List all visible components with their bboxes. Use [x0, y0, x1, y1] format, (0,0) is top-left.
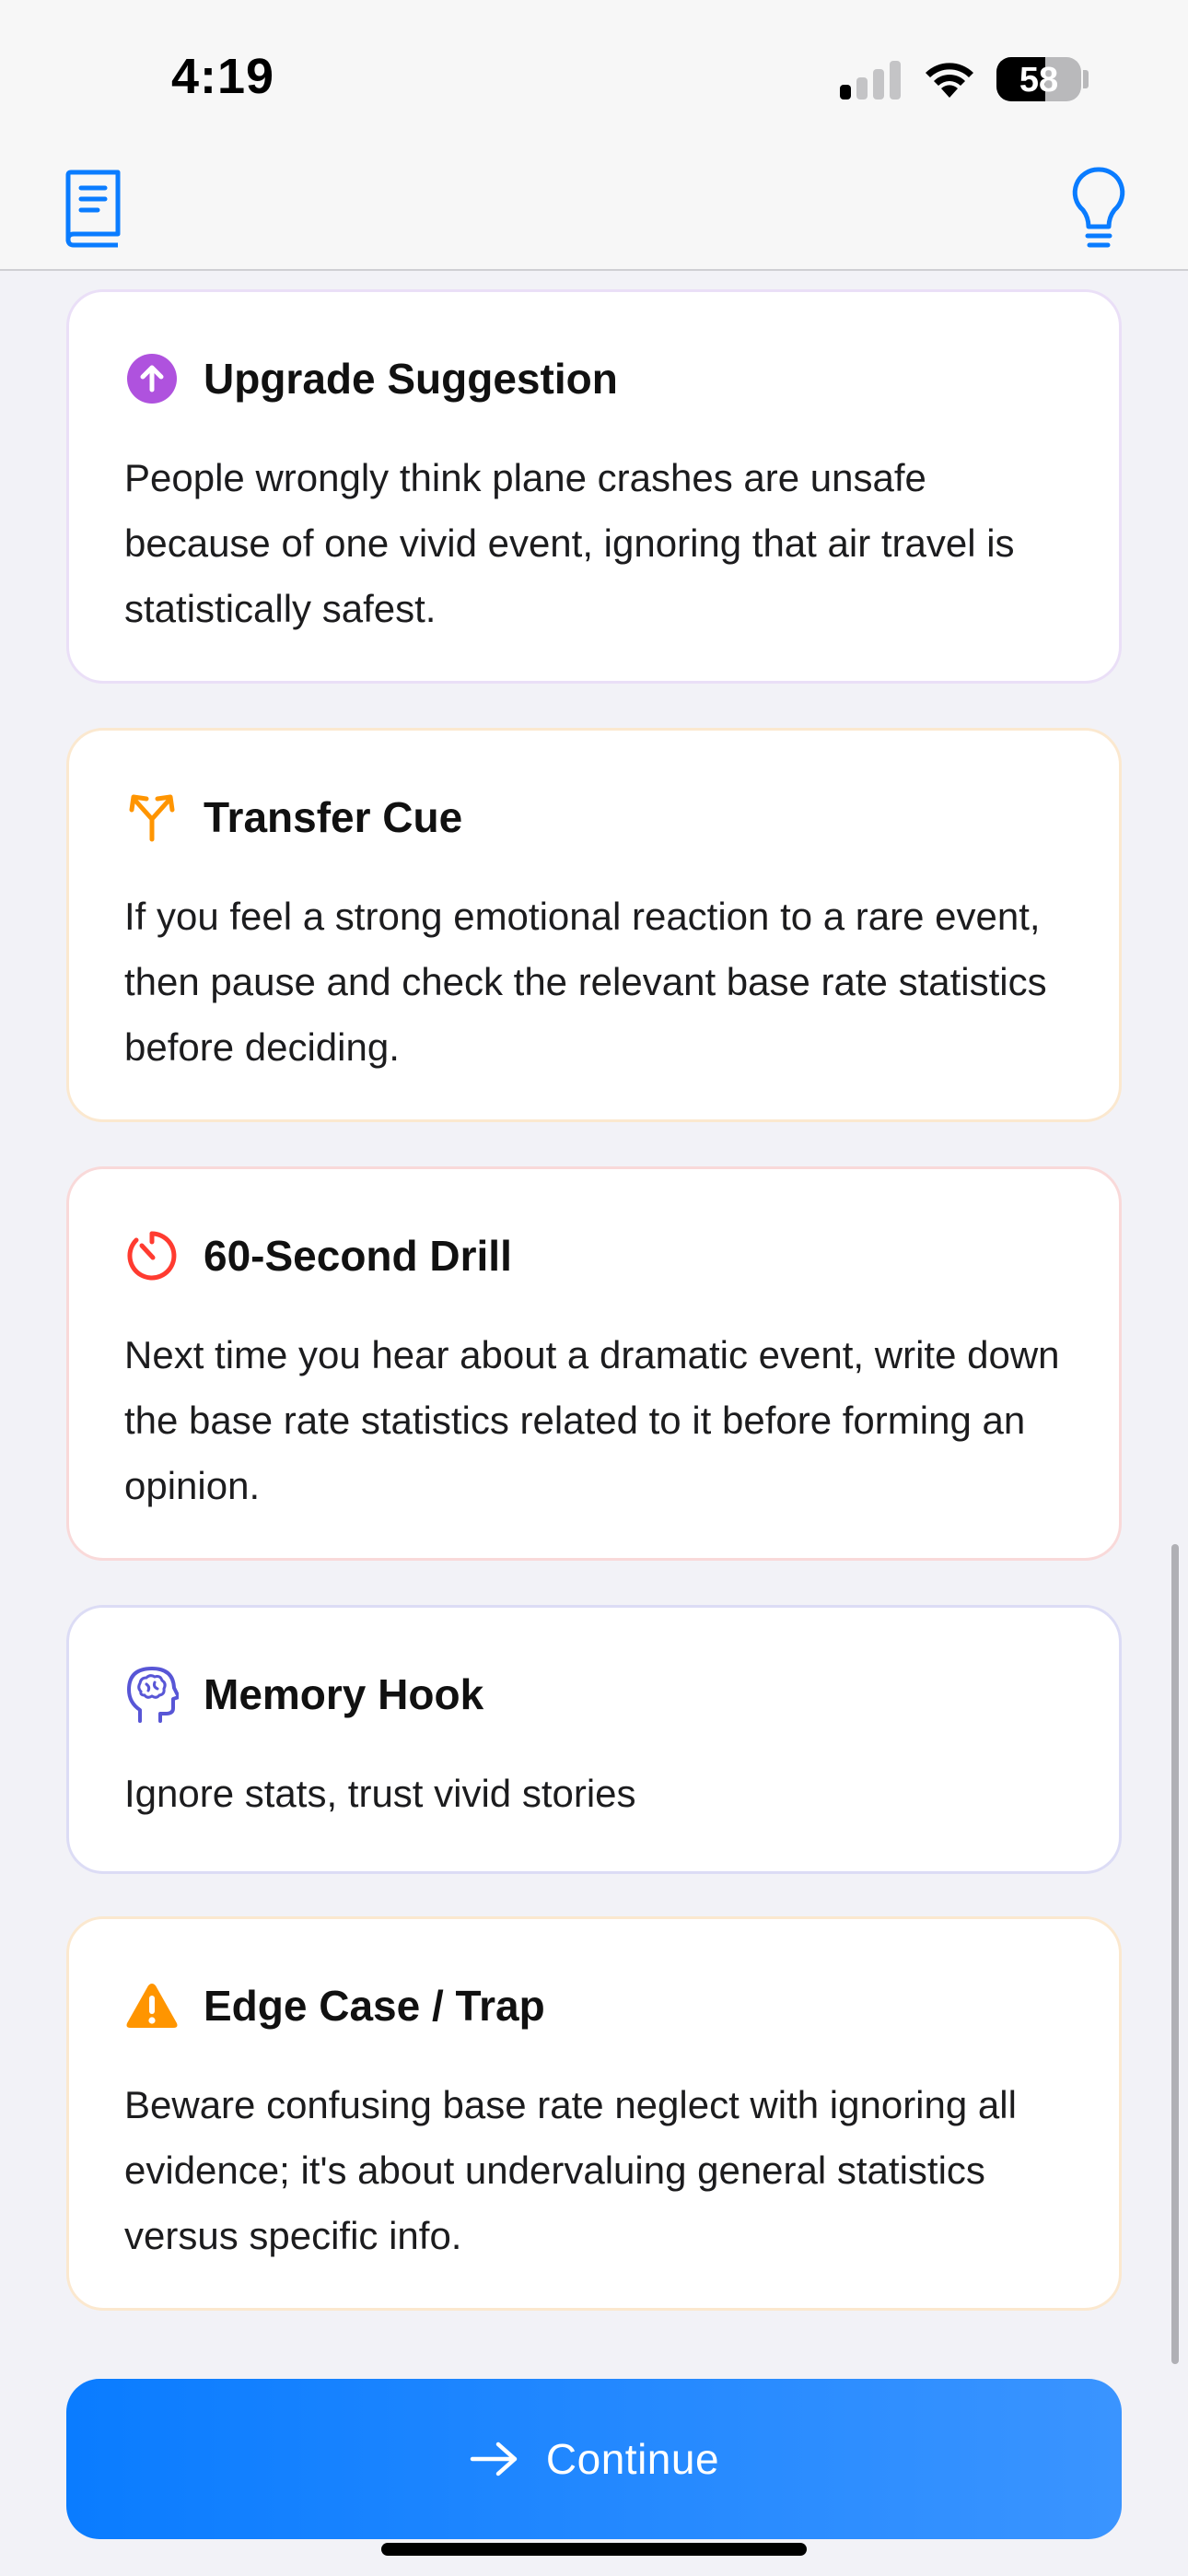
scroll-indicator[interactable] — [1171, 1544, 1179, 2364]
insight-cards-list[interactable]: Upgrade Suggestion People wrongly think … — [0, 273, 1188, 2373]
book-icon[interactable] — [61, 170, 125, 249]
arrow-right-icon — [470, 2441, 518, 2476]
navigation-bar — [0, 157, 1188, 271]
continue-button[interactable]: Continue — [66, 2379, 1122, 2539]
wifi-icon — [926, 63, 973, 98]
card-body: People wrongly think plane crashes are u… — [124, 456, 1015, 630]
card-title: Memory Hook — [204, 1670, 484, 1718]
status-bar: 4:19 58 — [0, 0, 1188, 157]
card-transfer-cue: Transfer Cue If you feel a strong emotio… — [66, 728, 1122, 1122]
card-upgrade-suggestion: Upgrade Suggestion People wrongly think … — [66, 289, 1122, 684]
brain-head-icon — [124, 1667, 180, 1723]
status-time: 4:19 — [171, 49, 275, 104]
screen: 4:19 58 Upgrade Suggestion People wrongl… — [0, 0, 1188, 2576]
timer-icon — [124, 1228, 180, 1283]
battery-icon: 58 — [996, 57, 1081, 101]
split-arrows-icon — [124, 790, 180, 845]
cellular-signal-icon — [840, 61, 903, 100]
card-edge-case-trap: Edge Case / Trap Beware confusing base r… — [66, 1916, 1122, 2311]
card-memory-hook: Memory Hook Ignore stats, trust vivid st… — [66, 1605, 1122, 1874]
card-body: Next time you hear about a dramatic even… — [124, 1333, 1060, 1507]
card-body: If you feel a strong emotional reaction … — [124, 895, 1047, 1069]
card-title: Edge Case / Trap — [204, 1982, 545, 2030]
home-indicator[interactable] — [381, 2543, 807, 2556]
card-body: Ignore stats, trust vivid stories — [124, 1772, 636, 1815]
card-60-second-drill: 60-Second Drill Next time you hear about… — [66, 1166, 1122, 1561]
card-title: Upgrade Suggestion — [204, 355, 618, 403]
continue-button-label: Continue — [545, 2435, 720, 2483]
lightbulb-icon[interactable] — [1070, 166, 1127, 254]
card-body: Beware confusing base rate neglect with … — [124, 2083, 1017, 2257]
card-title: Transfer Cue — [204, 793, 463, 841]
card-title: 60-Second Drill — [204, 1232, 512, 1280]
warning-triangle-icon — [124, 1978, 180, 2033]
battery-percentage: 58 — [1019, 61, 1059, 100]
arrow-up-circle-icon — [124, 351, 180, 406]
battery-tip — [1083, 70, 1089, 88]
